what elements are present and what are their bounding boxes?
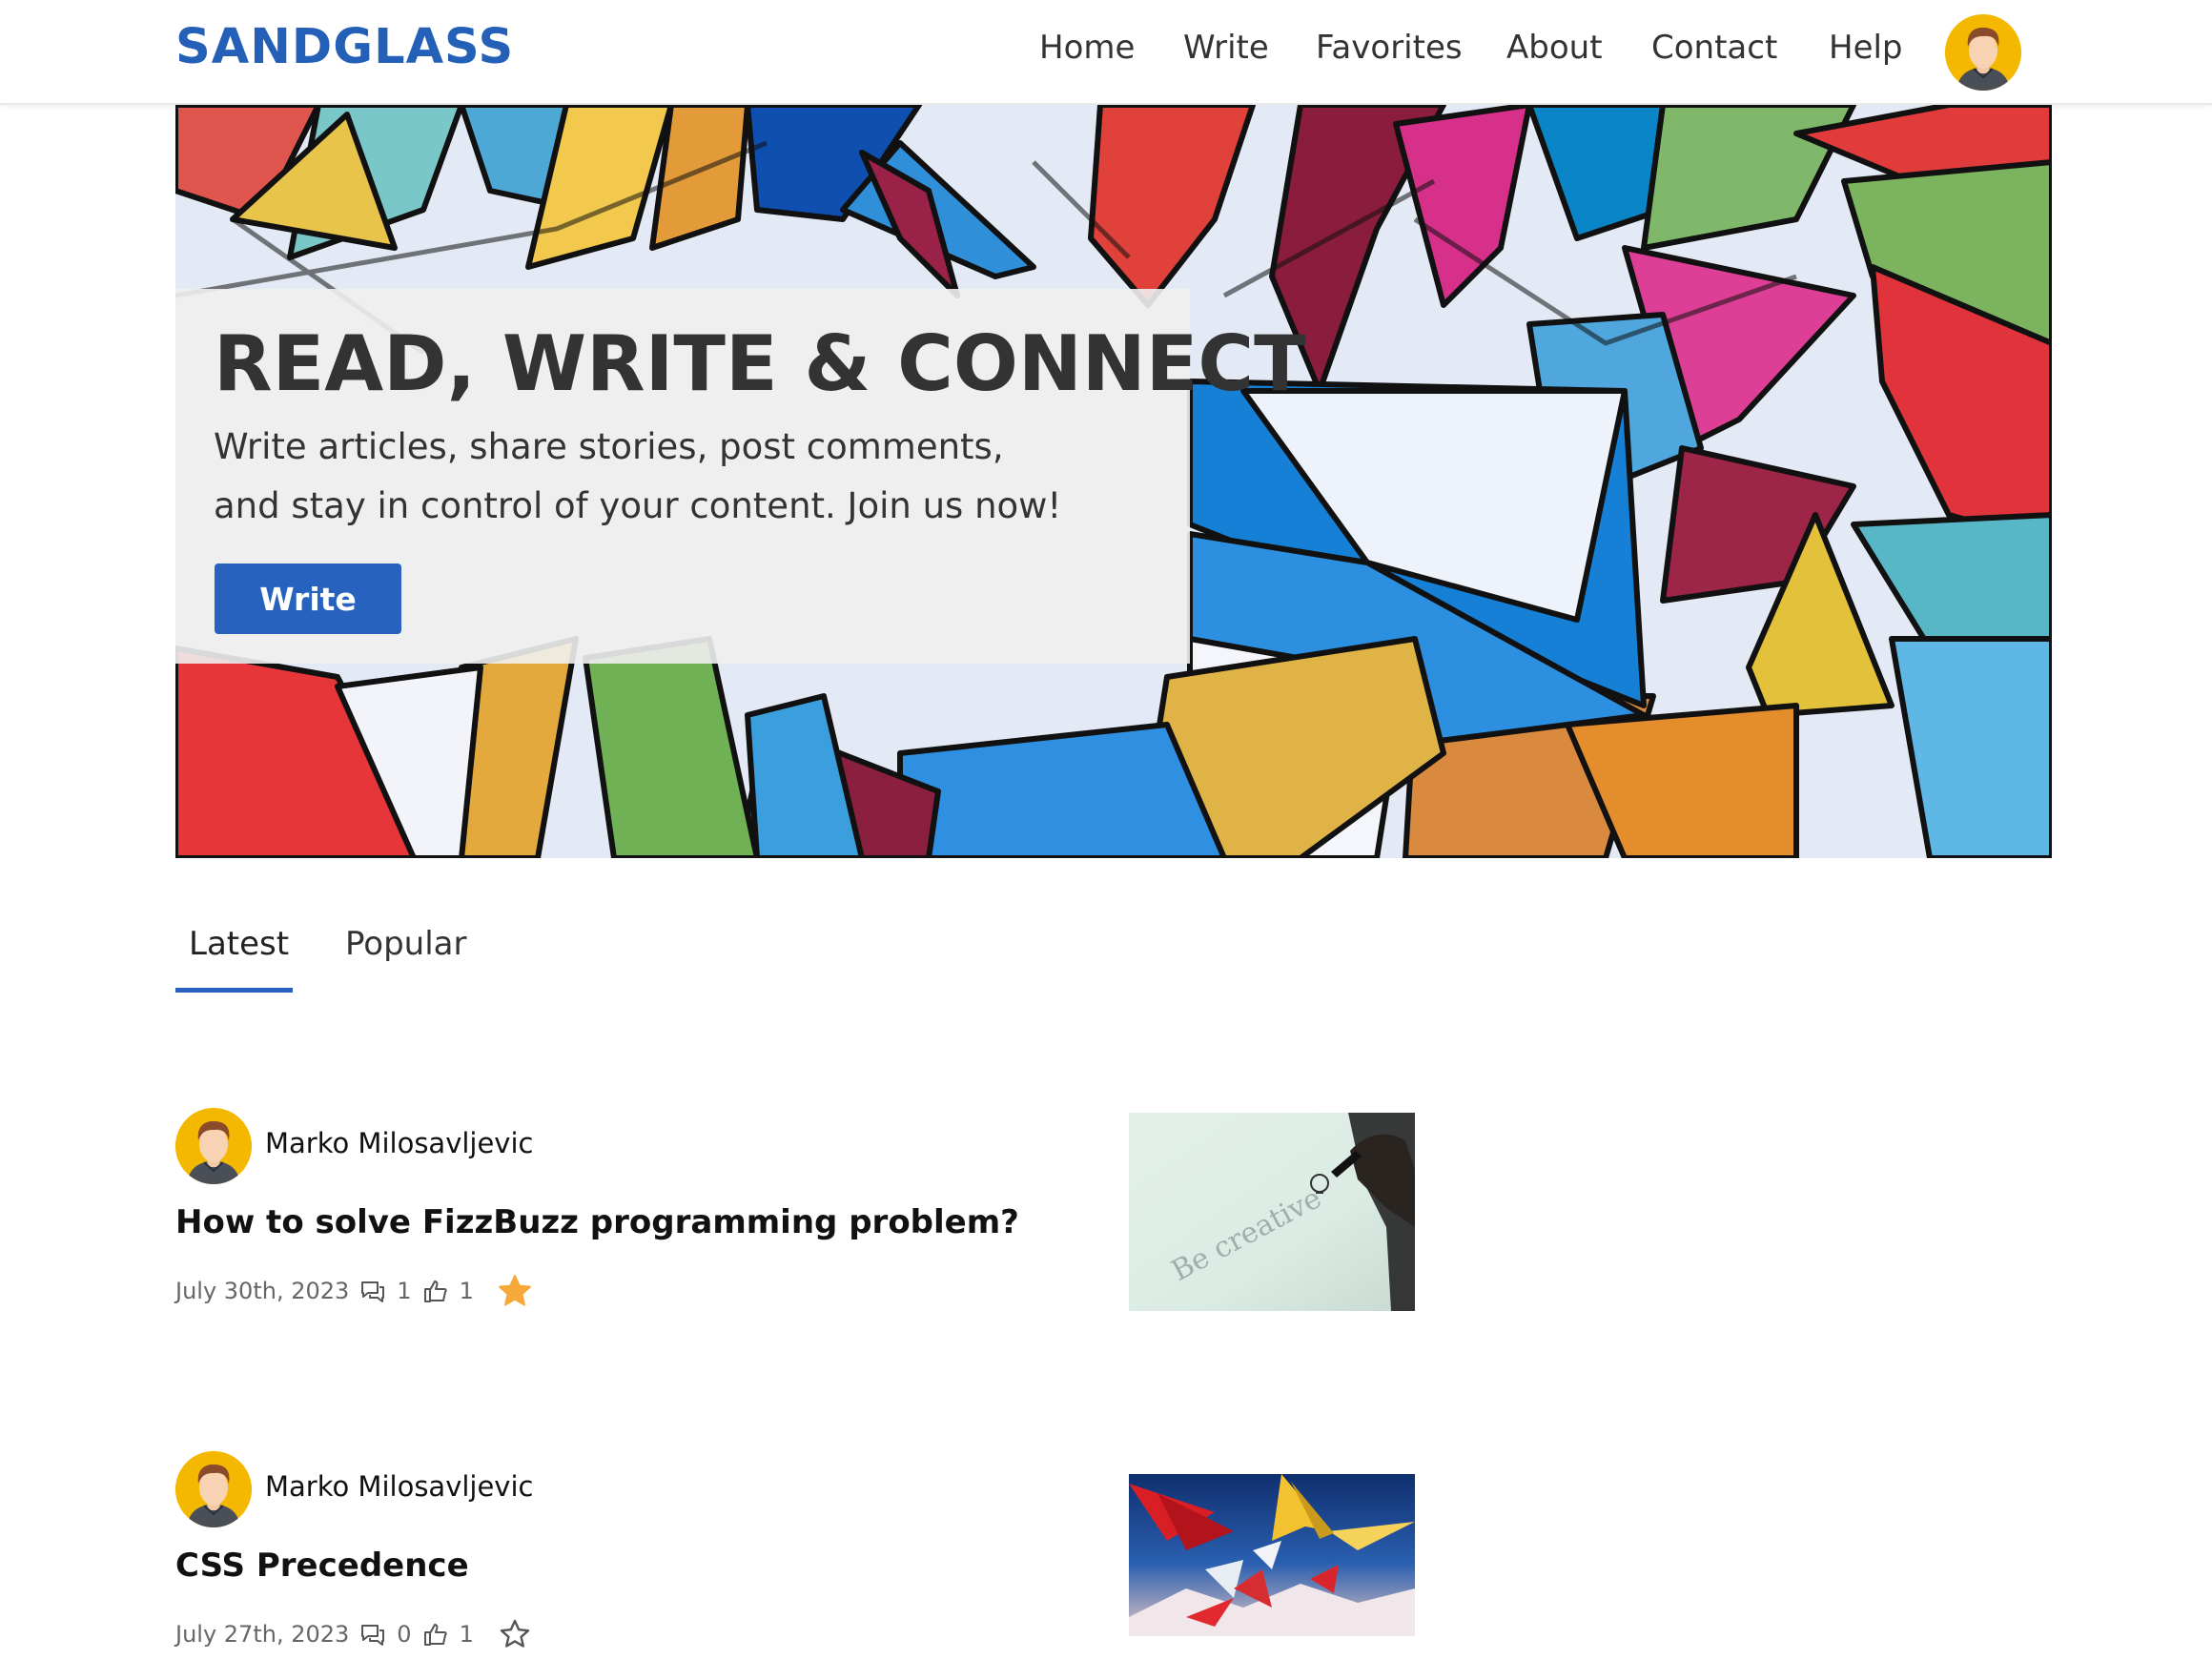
post-thumbnail[interactable]: Be creative (1129, 1113, 1415, 1311)
tab-latest[interactable]: Latest (189, 925, 289, 963)
hero-card: READ, WRITE & CONNECT Write articles, sh… (175, 289, 1306, 664)
paper-planes-image (1129, 1474, 1415, 1636)
nav-about[interactable]: About (1506, 29, 1603, 67)
like-icon[interactable] (421, 1620, 450, 1649)
post-thumbnail[interactable] (1129, 1474, 1415, 1636)
post-author[interactable]: Marko Milosavljevic (265, 1127, 533, 1159)
post-title[interactable]: How to solve FizzBuzz programming proble… (175, 1203, 1019, 1241)
author-avatar-icon[interactable] (175, 1451, 252, 1527)
site-logo[interactable]: SANDGLASS (175, 19, 514, 75)
nav-help[interactable]: Help (1829, 29, 1903, 67)
post-meta: July 27th, 2023 0 1 (175, 1617, 533, 1651)
comments-icon (358, 1620, 387, 1649)
hero-write-button[interactable]: Write (215, 563, 401, 634)
hero-title: READ, WRITE & CONNECT (214, 319, 1306, 408)
comment-count: 0 (397, 1621, 412, 1648)
active-tab-indicator (175, 988, 293, 993)
post-author[interactable]: Marko Milosavljevic (265, 1470, 533, 1503)
favorite-star-icon[interactable] (497, 1273, 533, 1309)
hero-subtitle: Write articles, share stories, post comm… (214, 418, 1129, 536)
user-avatar-icon[interactable] (1945, 14, 2021, 91)
post-title[interactable]: CSS Precedence (175, 1547, 469, 1585)
like-count: 1 (459, 1278, 474, 1304)
author-avatar-icon[interactable] (175, 1108, 252, 1184)
nav-contact[interactable]: Contact (1651, 29, 1777, 67)
site-header: SANDGLASS Home Write Favorites About Con… (0, 0, 2212, 105)
nav-favorites[interactable]: Favorites (1316, 29, 1463, 67)
favorite-star-icon[interactable] (497, 1616, 533, 1652)
hero-banner: READ, WRITE & CONNECT Write articles, sh… (175, 105, 2052, 858)
comments-icon (358, 1277, 387, 1305)
nav-write[interactable]: Write (1183, 29, 1269, 67)
post-date: July 27th, 2023 (175, 1621, 350, 1648)
tab-popular[interactable]: Popular (345, 925, 466, 963)
post-card: Marko Milosavljevic CSS Precedence July … (175, 1451, 1415, 1680)
comment-count: 1 (397, 1278, 412, 1304)
be-creative-image: Be creative (1129, 1113, 1415, 1311)
like-icon[interactable] (421, 1277, 450, 1305)
like-count: 1 (459, 1621, 474, 1648)
hero-subtitle-line-1: Write articles, share stories, post comm… (214, 426, 1004, 467)
nav-home[interactable]: Home (1039, 29, 1135, 67)
hero-subtitle-line-2: and stay in control of your content. Joi… (214, 485, 1062, 526)
post-meta: July 30th, 2023 1 1 (175, 1274, 533, 1308)
post-date: July 30th, 2023 (175, 1278, 350, 1304)
post-card: Marko Milosavljevic How to solve FizzBuz… (175, 1108, 1415, 1337)
